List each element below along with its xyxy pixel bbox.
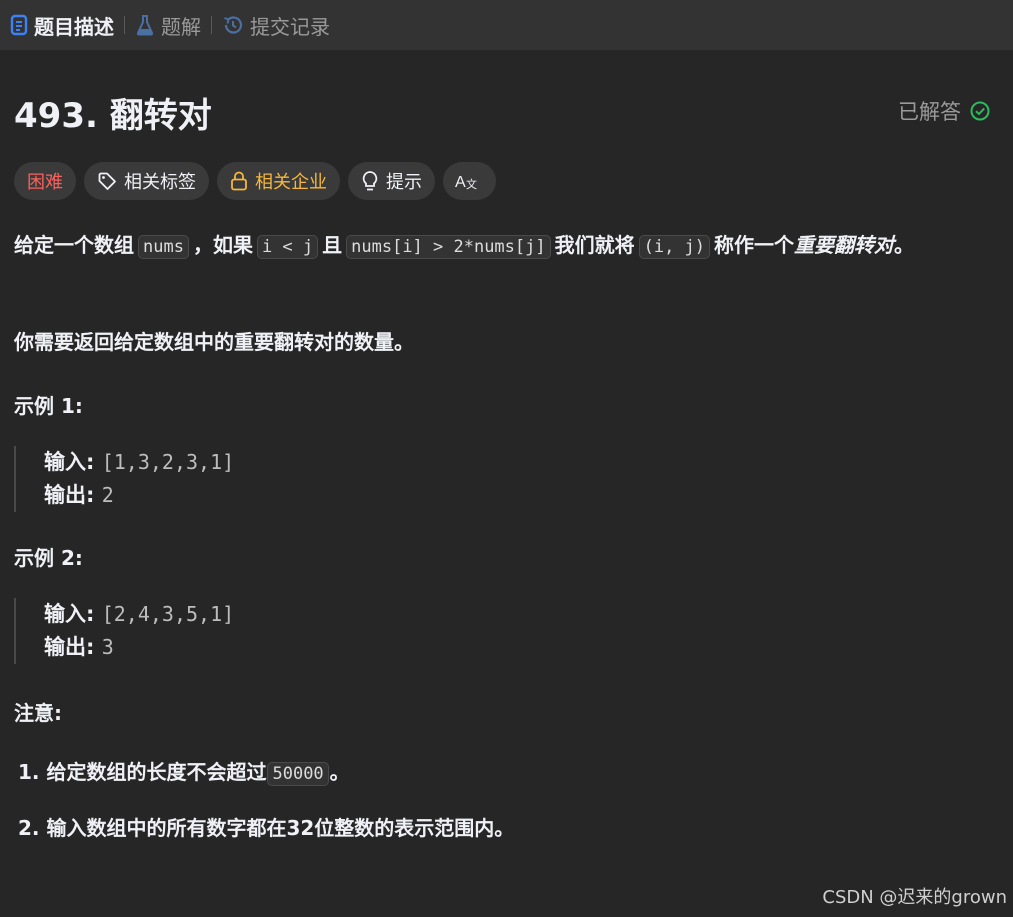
tab-bar: 题目描述 题解 提交记录 [0,0,1013,50]
example-1-block: 输入: [1,3,2,3,1] 输出: 2 [14,446,644,512]
tab-submissions[interactable]: 提交记录 [212,5,340,45]
notes-heading: 注意: [14,701,62,725]
note-item-2: 2. 输入数组中的所有数字都在32位整数的表示范围内。 [18,816,515,840]
example-1-input-row: 输入: [1,3,2,3,1] [44,450,235,474]
difficulty-label: 困难 [27,172,63,193]
hint-label: 提示 [386,172,422,193]
problem-title: 493. 翻转对 [14,96,212,136]
example-1-output: 2 [101,483,114,507]
example-2-output-row: 输出: 3 [44,635,114,659]
difficulty-badge[interactable]: 困难 [14,162,76,200]
topics-tag-button[interactable]: 相关标签 [84,162,209,200]
check-circle-icon [969,100,991,122]
solved-status: 已解答 [898,96,991,126]
document-icon [10,14,28,36]
example-2-output: 3 [101,635,114,659]
note-text: 1. 给定数组的长度不会超过 [18,760,267,784]
svg-text:文: 文 [466,177,477,191]
desc-text: ，如果 [192,233,253,257]
desc-text: 且 [322,233,343,257]
solved-status-label: 已解答 [898,100,961,124]
lock-icon [230,171,248,191]
topics-tag-label: 相关标签 [124,172,196,193]
translate-button[interactable]: A文 [443,162,496,200]
example-2-input: [2,4,3,5,1] [101,602,235,626]
desc-text: 称作一个 [714,233,795,257]
problem-description: 给定一个数组 nums ，如果 i < j 且 nums[i] > 2*nums[j] 我们… [14,229,999,263]
problem-description-2: 你需要返回给定数组中的重要翻转对的数量。 [14,330,414,354]
output-label: 输出 [44,483,86,507]
companies-tag-label: 相关企业 [255,172,327,193]
note-item-1: 1. 给定数组的长度不会超过 50000。 [18,756,350,786]
emphasis-term: 重要翻转对 [794,233,895,257]
inline-code: i < j [256,235,319,259]
tab-submissions-label: 提交记录 [250,14,330,39]
lightbulb-icon [361,170,379,192]
tab-solutions-label: 题解 [161,14,201,39]
flask-icon [135,14,155,36]
inline-code: nums [138,235,189,259]
tag-row: 困难 相关标签 相关企业 提示 A文 [14,162,504,200]
tag-icon [97,171,117,191]
svg-text:A: A [455,174,466,191]
desc-text: 我们就将 [554,233,635,257]
note-text: 。 [329,760,350,784]
example-2-block: 输入: [2,4,3,5,1] 输出: 3 [14,598,644,664]
inline-code: (i, j) [638,235,711,259]
desc-text: 给定一个数组 [14,233,134,257]
desc-text: 。 [894,233,915,257]
hint-button[interactable]: 提示 [348,162,435,200]
tab-solutions[interactable]: 题解 [125,5,211,45]
inline-code: nums[i] > 2*nums[j] [346,235,551,259]
watermark: CSDN @迟来的grown [822,887,1007,908]
companies-tag-button[interactable]: 相关企业 [217,162,340,200]
tab-description[interactable]: 题目描述 [0,5,124,45]
example-2-heading: 示例 2: [14,546,83,570]
inline-code: 50000 [267,762,329,786]
example-1-output-row: 输出: 2 [44,483,114,507]
output-label: 输出 [44,635,86,659]
example-1-heading: 示例 1: [14,394,83,418]
input-label: 输入 [44,450,86,474]
example-1-input: [1,3,2,3,1] [101,450,235,474]
example-2-input-row: 输入: [2,4,3,5,1] [44,602,235,626]
history-icon [222,14,244,36]
tab-description-label: 题目描述 [34,14,114,39]
input-label: 输入 [44,602,86,626]
translate-icon: A文 [454,171,478,191]
